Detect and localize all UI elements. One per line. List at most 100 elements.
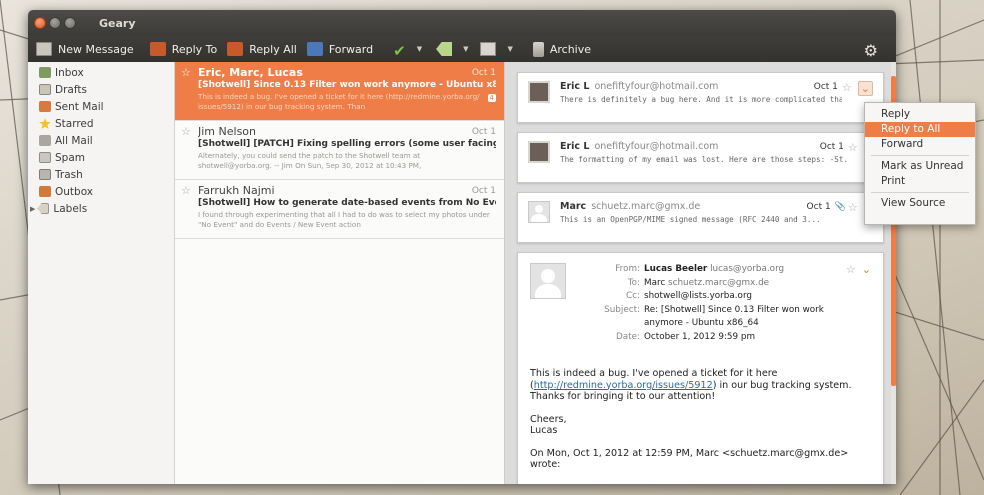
minimize-window-button[interactable] — [49, 17, 61, 29]
new-message-button[interactable]: New Message — [36, 38, 134, 60]
reply-all-icon — [227, 42, 244, 56]
checkmark-icon: ✔ — [393, 42, 406, 60]
conversation-preview: I found through experimenting that all I… — [198, 210, 490, 229]
conversation-subject: [Shotwell] [PATCH] Fixing spelling error… — [198, 139, 496, 149]
window-title: Geary — [99, 16, 136, 30]
message-sender-address: schuetz.marc@gmx.de — [591, 201, 701, 212]
cc-address[interactable]: shotwell@lists.yorba.org — [644, 290, 752, 304]
mark-button[interactable]: ✔ ▼ — [393, 38, 422, 60]
message-headers: From: Lucas Beeler lucas@yorba.org To: M… — [580, 263, 846, 344]
message-card[interactable]: Marc schuetz.marc@gmx.de Oct 1 📎 This is… — [517, 192, 884, 243]
ticket-link[interactable]: http://redmine.yorba.org/issues/5912 — [534, 380, 713, 391]
title-bar: Geary — [28, 10, 896, 36]
menu-item-view-source[interactable]: View Source — [865, 196, 975, 211]
conversation-participants: Farrukh Najmi — [198, 184, 275, 197]
reply-icon — [149, 42, 166, 56]
geary-window: Geary New Message Reply To Reply All For… — [28, 10, 896, 484]
spam-icon — [39, 152, 51, 163]
drafts-icon — [39, 84, 51, 95]
message-menu-button[interactable]: ⌄ — [862, 263, 871, 276]
message-card[interactable]: Eric L onefiftyfour@hotmail.com Oct 1 Th… — [517, 72, 884, 123]
conversation-participants: Eric, Marc, Lucas — [198, 66, 303, 79]
conversation-date: Oct 1 — [471, 126, 496, 137]
chevron-down-icon: ▼ — [416, 45, 423, 53]
body-signature: Lucas — [530, 425, 558, 436]
expander-arrow-icon[interactable]: ▶ — [30, 205, 35, 213]
message-sender: Eric L — [560, 81, 590, 92]
menu-separator — [871, 192, 969, 193]
star-icon[interactable]: ☆ — [181, 66, 193, 79]
sidebar-item-label: Spam — [55, 151, 85, 164]
avatar — [528, 201, 550, 223]
star-icon[interactable]: ☆ — [181, 125, 193, 138]
sidebar-item-inbox[interactable]: Inbox — [28, 64, 174, 81]
open-message-card: From: Lucas Beeler lucas@yorba.org To: M… — [517, 252, 884, 484]
conversation-viewer: Eric L onefiftyfour@hotmail.com Oct 1 Th… — [505, 62, 896, 484]
menu-separator — [871, 155, 969, 156]
sidebar-item-label: Starred — [55, 117, 94, 130]
from-address[interactable]: lucas@yorba.org — [710, 264, 784, 274]
body-text: Thanks for bringing it to our attention! — [530, 391, 716, 402]
forward-label: Forward — [328, 42, 374, 56]
close-window-button[interactable] — [34, 17, 46, 29]
conversation-item[interactable]: ☆ Eric, Marc, Lucas Oct 1 [Shotwell] Sin… — [175, 62, 504, 121]
star-icon[interactable]: ☆ — [842, 81, 852, 94]
sidebar-item-starred[interactable]: Starred — [28, 115, 174, 132]
subject-header-label: Subject: — [604, 304, 640, 315]
sidebar-item-labels[interactable]: ▶ Labels — [28, 200, 174, 217]
message-card[interactable]: Eric L onefiftyfour@hotmail.com Oct 1 Th… — [517, 132, 884, 183]
message-date: Oct 1 — [806, 201, 831, 212]
to-header-label: To: — [627, 277, 640, 288]
archive-button[interactable]: Archive — [532, 38, 591, 60]
menu-item-reply-to-all[interactable]: Reply to All — [865, 122, 975, 137]
sidebar-item-spam[interactable]: Spam — [28, 149, 174, 166]
reply-all-button[interactable]: Reply All — [227, 38, 297, 60]
new-message-icon — [36, 42, 52, 56]
menu-item-reply[interactable]: Reply — [865, 107, 975, 122]
conversation-item[interactable]: ☆ Farrukh Najmi Oct 1 [Shotwell] How to … — [175, 180, 504, 239]
message-context-menu: Reply Reply to All Forward Mark as Unrea… — [864, 102, 976, 225]
message-date: Oct 1 — [819, 141, 844, 152]
from-name[interactable]: Lucas Beeler — [644, 264, 707, 274]
reply-all-label: Reply All — [249, 42, 297, 56]
star-icon[interactable]: ☆ — [848, 141, 858, 154]
message-count-badge: 4 — [487, 94, 496, 102]
label-button[interactable]: ▼ — [436, 38, 468, 60]
chevron-down-icon: ⌄ — [860, 82, 870, 95]
conversation-preview: This is indeed a bug. I've opened a tick… — [198, 92, 480, 111]
attachment-icon: 📎 — [834, 201, 846, 212]
star-icon[interactable]: ☆ — [181, 184, 193, 197]
sidebar-item-drafts[interactable]: Drafts — [28, 81, 174, 98]
sidebar-item-label: Drafts — [55, 83, 87, 96]
message-snippet: The formatting of my email was lost. Her… — [560, 155, 848, 164]
star-icon[interactable]: ☆ — [848, 201, 858, 214]
folder-sidebar: Inbox Drafts Sent Mail Starred All Mail … — [28, 62, 175, 484]
avatar — [530, 263, 566, 299]
menu-item-mark-as-unread[interactable]: Mark as Unread — [865, 159, 975, 174]
tag-icon — [436, 42, 453, 56]
menu-item-forward[interactable]: Forward — [865, 137, 975, 152]
avatar — [528, 141, 550, 163]
sidebar-item-outbox[interactable]: Outbox — [28, 183, 174, 200]
menu-item-print[interactable]: Print — [865, 174, 975, 189]
move-button[interactable]: ▼ — [480, 38, 513, 60]
reply-button[interactable]: Reply To — [149, 38, 217, 60]
to-name[interactable]: Marc — [644, 278, 665, 288]
body-closing: Cheers, — [530, 413, 567, 425]
forward-button[interactable]: Forward — [306, 38, 374, 60]
star-icon[interactable]: ☆ — [846, 263, 856, 276]
conversation-date: Oct 1 — [471, 67, 496, 78]
to-address[interactable]: schuetz.marc@gmx.de — [668, 278, 769, 288]
forward-icon — [306, 42, 323, 56]
message-menu-button[interactable]: ⌄ — [857, 81, 873, 96]
sidebar-item-sent-mail[interactable]: Sent Mail — [28, 98, 174, 115]
gear-icon[interactable]: ⚙ — [864, 41, 878, 60]
maximize-window-button[interactable] — [64, 17, 76, 29]
message-snippet: This is an OpenPGP/MIME signed message (… — [560, 215, 821, 224]
message-body: This is indeed a bug. I've opened a tick… — [530, 368, 871, 471]
body-text: This is indeed a bug. I've opened a tick… — [530, 368, 778, 379]
from-header-label: From: — [615, 264, 640, 274]
sidebar-item-trash[interactable]: Trash — [28, 166, 174, 183]
conversation-item[interactable]: ☆ Jim Nelson Oct 1 [Shotwell] [PATCH] Fi… — [175, 121, 504, 180]
sidebar-item-all-mail[interactable]: All Mail — [28, 132, 174, 149]
